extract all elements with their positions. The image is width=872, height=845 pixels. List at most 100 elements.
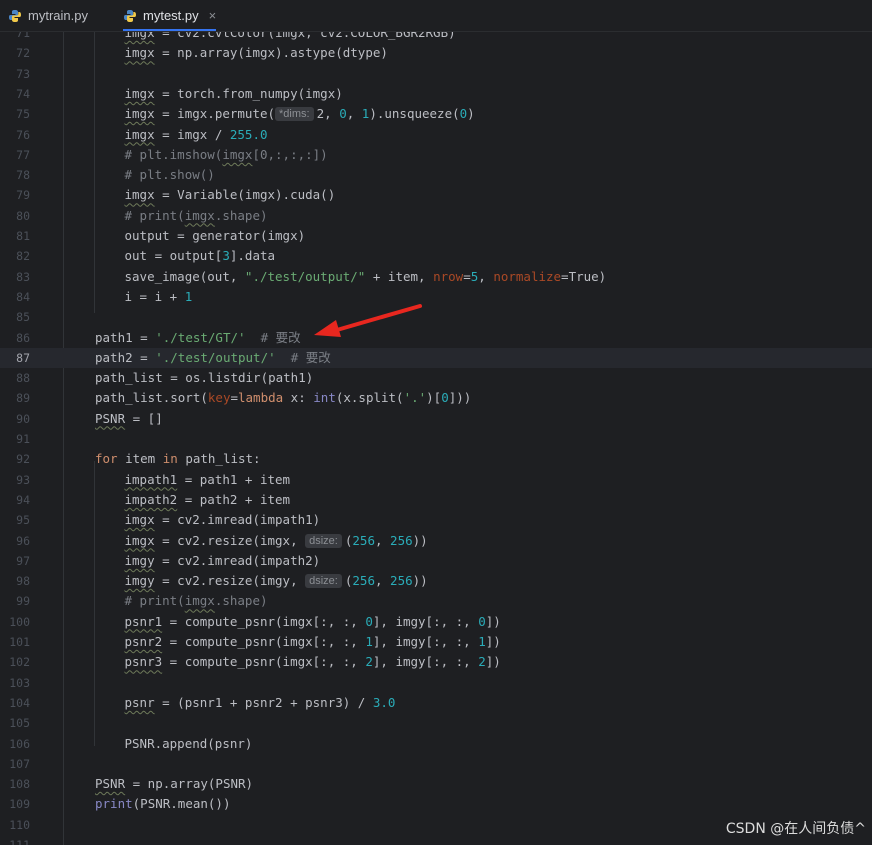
code-text: path2 = './test/output/' # 要改 — [95, 348, 331, 368]
code-text: imgx = cv2.cvtColor(imgx, cv2.COLOR_BGR2… — [125, 32, 456, 43]
code-line[interactable]: 88 path_list = os.listdir(path1) — [0, 368, 872, 388]
editor-tab-bar: mytrain.py mytest.py × — [0, 0, 872, 32]
code-token: ) — [467, 106, 475, 122]
tab-label: mytest.py — [143, 8, 199, 23]
code-token: key — [207, 390, 231, 406]
code-line[interactable]: 101 psnr2 = compute_psnr(imgx[:, :, 1], i… — [0, 632, 872, 652]
code-line[interactable]: 73 — [0, 64, 872, 84]
code-line[interactable]: 82 out = output[3].data — [0, 246, 872, 266]
code-token: = compute_psnr(imgx[:, :, — [162, 613, 366, 629]
code-token: path_list = os.listdir(path1) — [95, 370, 314, 386]
code-token: 1 — [478, 634, 486, 649]
code-line[interactable]: 74 imgx = torch.from_numpy(imgx) — [0, 84, 872, 104]
code-token: lambda — [238, 390, 284, 406]
code-line[interactable]: 108 PSNR = np.array(PSNR) — [0, 774, 872, 794]
code-text: psnr2 = compute_psnr(imgx[:, :, 1], imgy… — [125, 632, 501, 652]
code-token: 256 — [390, 573, 413, 589]
code-line[interactable]: 72 imgx = np.array(imgx).astype(dtype) — [0, 43, 872, 63]
code-token: 3.0 — [372, 694, 396, 710]
line-number: 110 — [9, 817, 30, 832]
code-token: # plt.show() — [124, 167, 215, 183]
code-line[interactable]: 77 # plt.imshow(imgx[0,:,:,:]) — [0, 145, 872, 165]
code-line[interactable]: 84 i = i + 1 — [0, 287, 872, 307]
code-line[interactable]: 96 imgx = cv2.resize(imgx, dsize: (256, 25… — [0, 531, 872, 551]
code-token: , — [374, 573, 391, 589]
code-line[interactable]: 94 impath2 = path2 + item — [0, 490, 872, 510]
code-token: = compute_psnr(imgx[:, :, — [162, 654, 366, 670]
tab-mytrain-py[interactable]: mytrain.py — [8, 0, 88, 31]
code-line[interactable]: 93 impath1 = path1 + item — [0, 470, 872, 490]
code-token: ], imgy[:, :, — [372, 634, 479, 649]
code-line[interactable]: 98 imgy = cv2.resize(imgy, dsize: (256, 25… — [0, 571, 872, 591]
code-token: = — [230, 390, 238, 406]
code-line[interactable]: 86 path1 = './test/GT/' # 要改 — [0, 328, 872, 348]
line-number: 109 — [9, 797, 30, 812]
indent-guide — [94, 461, 95, 746]
code-token: imgx — [124, 126, 155, 142]
tab-label: mytrain.py — [28, 8, 88, 23]
code-text: imgy = cv2.imread(impath2) — [125, 551, 321, 571]
code-token: ], imgy[:, :, — [372, 613, 479, 629]
line-number: 78 — [16, 168, 30, 183]
code-token: print — [95, 796, 133, 812]
code-token: out = output[ — [124, 248, 223, 264]
code-text: # plt.imshow(imgx[0,:,:,:]) — [125, 145, 328, 165]
code-token: )) — [412, 573, 428, 589]
code-line[interactable]: 106 PSNR.append(psnr) — [0, 734, 872, 754]
code-line[interactable]: 89 path_list.sort(key=lambda x: int(x.spl… — [0, 388, 872, 408]
code-token: )) — [412, 532, 428, 548]
code-line[interactable]: 107 — [0, 754, 872, 774]
code-editor[interactable]: 71 imgx = cv2.cvtColor(imgx, cv2.COLOR_BG… — [0, 32, 872, 845]
code-token: in — [162, 451, 178, 467]
tab-mytest-py[interactable]: mytest.py × — [123, 0, 217, 31]
code-line[interactable]: 78 # plt.show() — [0, 165, 872, 185]
code-line[interactable]: 100 psnr1 = compute_psnr(imgx[:, :, 0], i… — [0, 612, 872, 632]
code-token: = np.array(imgx).astype(dtype) — [154, 45, 388, 61]
code-line[interactable]: 80 # print(imgx.shape) — [0, 206, 872, 226]
code-line[interactable]: 91 — [0, 429, 872, 449]
parameter-hint: dsize: — [305, 533, 342, 548]
code-text: # print(imgx.shape) — [125, 206, 268, 226]
code-line[interactable]: 75 imgx = imgx.permute(*dims: 2, 0, 1).uns… — [0, 104, 872, 124]
code-line[interactable]: 105 — [0, 713, 872, 733]
code-token: imgy — [124, 573, 155, 589]
code-token: 256 — [352, 532, 375, 548]
code-line[interactable]: 90 PSNR = [] — [0, 409, 872, 429]
line-number: 91 — [16, 432, 30, 446]
code-token: # plt.imshow( — [124, 146, 223, 162]
code-token: nrow — [433, 268, 464, 284]
line-number: 79 — [16, 188, 30, 203]
code-token: ], imgy[:, :, — [372, 654, 479, 670]
code-line[interactable]: 99 # print(imgx.shape) — [0, 591, 872, 611]
code-text: psnr = (psnr1 + psnr2 + psnr3) / 3.0 — [125, 693, 396, 713]
code-line[interactable]: 79 imgx = Variable(imgx).cuda() — [0, 185, 872, 205]
code-line[interactable]: 102 psnr3 = compute_psnr(imgx[:, :, 2], i… — [0, 652, 872, 672]
code-token: PSNR — [95, 776, 126, 792]
line-number: 94 — [16, 492, 30, 507]
line-number: 100 — [9, 614, 30, 629]
code-line[interactable]: 97 imgy = cv2.imread(impath2) — [0, 551, 872, 571]
code-line[interactable]: 76 imgx = imgx / 255.0 — [0, 125, 872, 145]
code-text: impath2 = path2 + item — [125, 490, 291, 510]
code-token: = cv2.imread(impath2) — [154, 552, 321, 568]
code-line[interactable]: 104 psnr = (psnr1 + psnr2 + psnr3) / 3.0 — [0, 693, 872, 713]
code-token: ]) — [485, 634, 501, 649]
code-line[interactable]: 95 imgx = cv2.imread(impath1) — [0, 510, 872, 530]
code-text: out = output[3].data — [125, 246, 276, 266]
code-token: = imgx.permute( — [154, 106, 276, 122]
code-line[interactable]: 87 path2 = './test/output/' # 要改 — [0, 347, 872, 368]
code-line[interactable]: 109 print(PSNR.mean()) — [0, 794, 872, 814]
code-line[interactable]: 103 — [0, 673, 872, 693]
line-number: 97 — [16, 553, 30, 568]
code-line[interactable]: 92 for item in path_list: — [0, 449, 872, 469]
line-number: 83 — [16, 269, 30, 284]
code-token: , — [346, 106, 362, 122]
code-line[interactable]: 83 save_image(out, "./test/output/" + ite… — [0, 267, 872, 287]
code-token: './test/GT/' — [155, 329, 246, 345]
code-line[interactable]: 81 output = generator(imgx) — [0, 226, 872, 246]
code-token: )[ — [426, 390, 442, 406]
code-text: path_list = os.listdir(path1) — [95, 368, 313, 388]
code-line[interactable]: 71 imgx = cv2.cvtColor(imgx, cv2.COLOR_BG… — [0, 32, 872, 43]
close-icon[interactable]: × — [209, 8, 217, 23]
code-line[interactable]: 85 — [0, 307, 872, 327]
